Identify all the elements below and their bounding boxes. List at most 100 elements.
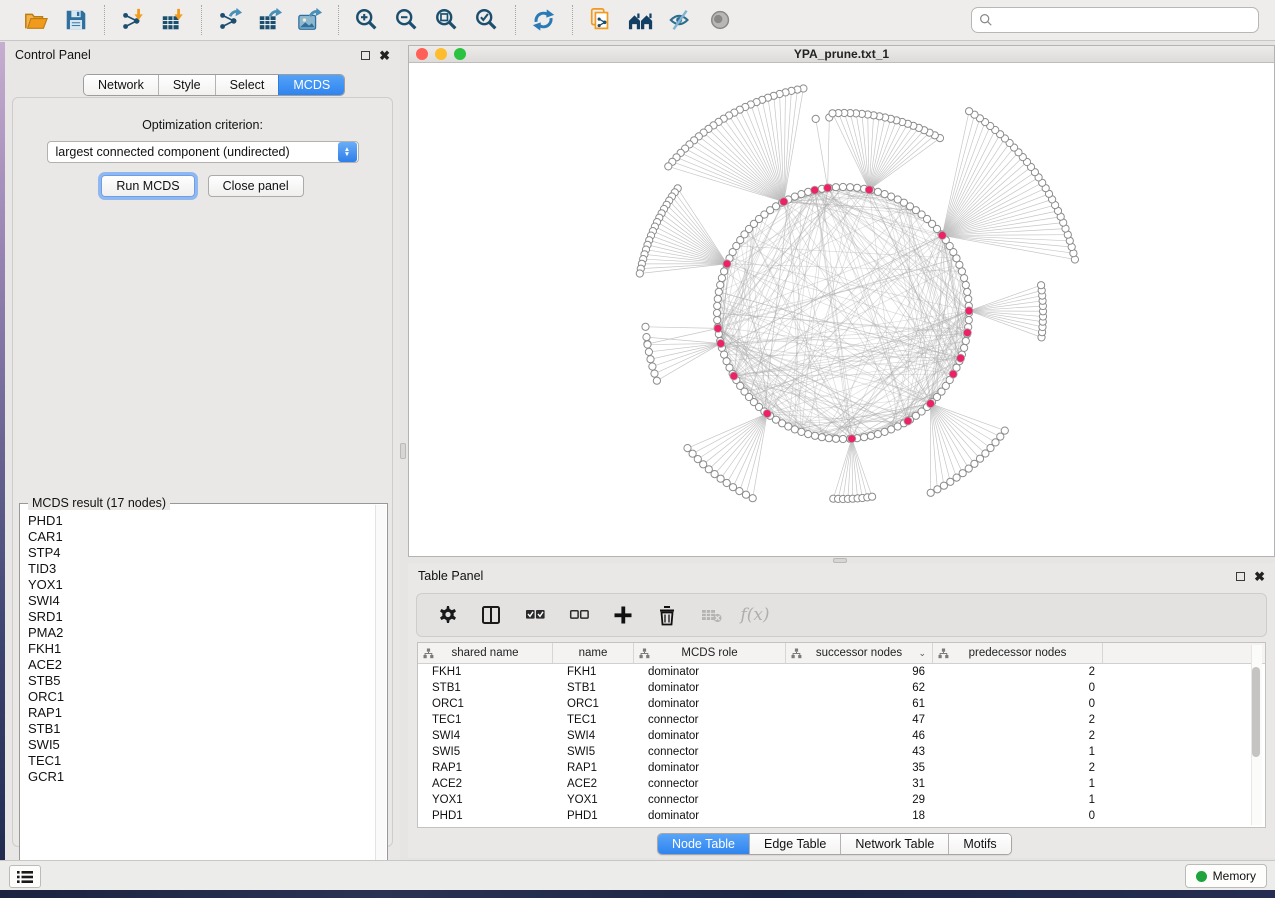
clear-table-button[interactable] [697, 601, 725, 629]
table-cell-predecessor-nodes[interactable]: 2 [933, 714, 1103, 726]
table-cell-successor-nodes[interactable]: 47 [786, 714, 933, 726]
table-row[interactable]: RAP1RAP1dominator352 [418, 760, 1265, 776]
delete-row-button[interactable] [653, 601, 681, 629]
table-cell-name[interactable]: TEC1 [553, 714, 634, 726]
table-row[interactable]: ACE2ACE2connector311 [418, 776, 1265, 792]
task-history-button[interactable] [9, 865, 41, 888]
zoom-fit-button[interactable] [431, 5, 463, 35]
table-cell-predecessor-nodes[interactable]: 0 [933, 682, 1103, 694]
table-cell-shared-name[interactable]: STB1 [418, 682, 553, 694]
table-row[interactable]: TEC1TEC1connector472 [418, 712, 1265, 728]
table-cell-predecessor-nodes[interactable]: 1 [933, 746, 1103, 758]
hide-selected-button[interactable] [665, 5, 697, 35]
mcds-result-item[interactable]: TID3 [28, 561, 375, 577]
add-row-button[interactable] [609, 601, 637, 629]
table-cell-name[interactable]: ORC1 [553, 698, 634, 710]
export-image-button[interactable] [294, 5, 326, 35]
float-panel-icon[interactable] [361, 51, 370, 60]
function-builder-button[interactable]: f(x) [741, 601, 769, 629]
table-row[interactable]: SWI4SWI4dominator462 [418, 728, 1265, 744]
mcds-result-item[interactable]: SWI5 [28, 737, 375, 753]
network-nodes[interactable] [636, 85, 1078, 503]
mcds-result-list[interactable]: PHD1CAR1STP4TID3YOX1SWI4SRD1PMA2FKH1ACE2… [20, 507, 375, 873]
table-row[interactable]: YOX1YOX1connector291 [418, 792, 1265, 808]
table-cell-shared-name[interactable]: FKH1 [418, 666, 553, 678]
mcds-result-item[interactable]: STB5 [28, 673, 375, 689]
export-network-button[interactable] [214, 5, 246, 35]
table-row[interactable]: FKH1FKH1dominator962 [418, 664, 1265, 680]
column-header-shared-name[interactable]: shared name [418, 643, 553, 663]
table-cell-name[interactable]: RAP1 [553, 762, 634, 774]
optimization-criterion-select[interactable]: largest connected component (undirected)… [47, 141, 359, 163]
table-cell-MCDS-role[interactable]: connector [634, 746, 786, 758]
mcds-result-item[interactable]: STB1 [28, 721, 375, 737]
table-cell-successor-nodes[interactable]: 18 [786, 810, 933, 822]
import-table-button[interactable] [157, 5, 189, 35]
table-cell-shared-name[interactable]: ORC1 [418, 698, 553, 710]
table-cell-predecessor-nodes[interactable]: 1 [933, 794, 1103, 806]
open-button[interactable] [20, 5, 52, 35]
table-cell-MCDS-role[interactable]: dominator [634, 698, 786, 710]
close-panel-button[interactable]: Close panel [208, 175, 304, 197]
table-cell-shared-name[interactable]: TEC1 [418, 714, 553, 726]
vertical-splitter-grip[interactable] [400, 443, 406, 459]
column-header-MCDS-role[interactable]: MCDS role [634, 643, 786, 663]
mcds-result-item[interactable]: PHD1 [28, 513, 375, 529]
table-cell-shared-name[interactable]: RAP1 [418, 762, 553, 774]
table-cell-successor-nodes[interactable]: 31 [786, 778, 933, 790]
table-cell-predecessor-nodes[interactable]: 2 [933, 762, 1103, 774]
show-all-button[interactable] [705, 5, 737, 35]
table-cell-predecessor-nodes[interactable]: 2 [933, 730, 1103, 742]
mcds-result-item[interactable]: SWI4 [28, 593, 375, 609]
table-cell-name[interactable]: FKH1 [553, 666, 634, 678]
column-header-name[interactable]: name [553, 643, 634, 663]
close-table-panel-icon[interactable]: ✖ [1254, 572, 1265, 581]
export-table-button[interactable] [254, 5, 286, 35]
table-row[interactable]: PHD1PHD1dominator180 [418, 808, 1265, 824]
table-cell-name[interactable]: SWI5 [553, 746, 634, 758]
import-network-button[interactable] [117, 5, 149, 35]
mcds-result-item[interactable]: RAP1 [28, 705, 375, 721]
table-cell-successor-nodes[interactable]: 35 [786, 762, 933, 774]
deselect-all-button[interactable] [565, 601, 593, 629]
table-cell-name[interactable]: ACE2 [553, 778, 634, 790]
table-scrollbar-thumb[interactable] [1252, 667, 1260, 757]
table-row[interactable]: ORC1ORC1dominator610 [418, 696, 1265, 712]
table-cell-shared-name[interactable]: ACE2 [418, 778, 553, 790]
mcds-result-item[interactable]: ACE2 [28, 657, 375, 673]
table-cell-MCDS-role[interactable]: dominator [634, 666, 786, 678]
table-cell-MCDS-role[interactable]: dominator [634, 730, 786, 742]
settings-button[interactable] [433, 601, 461, 629]
table-cell-successor-nodes[interactable]: 62 [786, 682, 933, 694]
table-cell-successor-nodes[interactable]: 61 [786, 698, 933, 710]
tab-mcds[interactable]: MCDS [278, 75, 344, 95]
tab-node-table[interactable]: Node Table [658, 834, 749, 854]
column-header-successor-nodes[interactable]: successor nodes⌄ [786, 643, 933, 663]
save-button[interactable] [60, 5, 92, 35]
zoom-in-button[interactable] [351, 5, 383, 35]
mcds-result-item[interactable]: ORC1 [28, 689, 375, 705]
table-scrollbar[interactable] [1251, 645, 1262, 825]
table-cell-predecessor-nodes[interactable]: 2 [933, 666, 1103, 678]
table-cell-predecessor-nodes[interactable]: 0 [933, 698, 1103, 710]
tab-style[interactable]: Style [158, 75, 215, 95]
table-cell-MCDS-role[interactable]: dominator [634, 762, 786, 774]
table-cell-successor-nodes[interactable]: 29 [786, 794, 933, 806]
table-cell-name[interactable]: SWI4 [553, 730, 634, 742]
run-mcds-button[interactable]: Run MCDS [101, 175, 194, 197]
columns-button[interactable] [477, 601, 505, 629]
table-cell-name[interactable]: STB1 [553, 682, 634, 694]
zoom-selected-button[interactable] [471, 5, 503, 35]
mcds-result-item[interactable]: GCR1 [28, 769, 375, 785]
mcds-result-item[interactable]: TEC1 [28, 753, 375, 769]
float-table-panel-icon[interactable] [1236, 572, 1245, 581]
select-all-button[interactable] [521, 601, 549, 629]
table-cell-shared-name[interactable]: YOX1 [418, 794, 553, 806]
tab-network[interactable]: Network [84, 75, 158, 95]
table-cell-MCDS-role[interactable]: dominator [634, 682, 786, 694]
tab-select[interactable]: Select [215, 75, 279, 95]
new-network-from-selection-button[interactable] [585, 5, 617, 35]
table-cell-successor-nodes[interactable]: 46 [786, 730, 933, 742]
search-box[interactable] [971, 7, 1259, 33]
table-cell-name[interactable]: PHD1 [553, 810, 634, 822]
